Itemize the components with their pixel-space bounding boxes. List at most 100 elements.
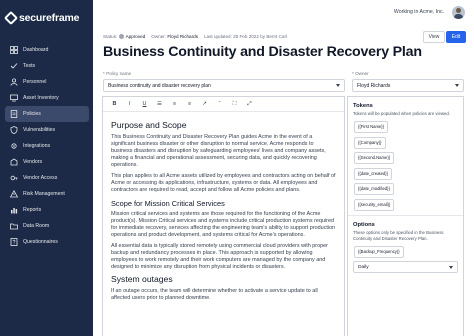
sidebar-item-label: Vendors [23, 159, 43, 165]
view-button[interactable]: View [423, 31, 445, 43]
owner-value: Floyd Richards [357, 82, 391, 89]
options-title: Options [353, 221, 375, 228]
vendors-icon [10, 158, 18, 166]
owner-meta-label: Owner: [151, 34, 167, 40]
sidebar-item-tests[interactable]: Tests [5, 58, 89, 74]
sidebar-item-label: Asset Inventory [23, 95, 59, 101]
editor-toolbar: B I U ☰ ≡ ≡ ↗ “ ⛶ ⤢ [103, 97, 344, 112]
sidebar-item-label: Reports [23, 207, 42, 213]
bullet-list-button[interactable]: ☰ [156, 101, 163, 107]
vulnerabilities-icon [10, 126, 18, 134]
sidebar-item-personnel[interactable]: Personnel [5, 74, 89, 90]
chevron-down-icon [449, 266, 453, 269]
token-chip[interactable]: {{First Name}} [354, 121, 389, 133]
token-chip[interactable]: {{security_email}} [354, 198, 395, 211]
backup-frequency-value: Daily [358, 264, 369, 270]
questionnaires-icon [10, 238, 18, 246]
backup-frequency-select[interactable]: Daily [353, 261, 458, 273]
approved-check-icon [118, 34, 124, 40]
policy-name-label: * Policy name [103, 71, 132, 76]
italic-button[interactable]: I [126, 101, 133, 107]
avatar-body [454, 14, 463, 19]
app-logo[interactable]: secureframe [3, 10, 80, 26]
policy-meta: Status: Approved Owner: Floyd Richards L… [103, 34, 287, 40]
owner-select[interactable]: Floyd Richards [352, 79, 464, 92]
tokens-description: Tokens will be populated when policies a… [353, 111, 450, 116]
page-title: Business Continuity and Disaster Recover… [103, 44, 422, 60]
heading-purpose-scope: Purpose and Scope [111, 120, 187, 130]
sidebar-item-vendors[interactable]: Vendors [5, 154, 89, 170]
sidebar-item-policies[interactable]: Policies [5, 106, 89, 122]
token-chip[interactable]: {{date_modified}} [354, 183, 394, 195]
sidebar-item-label: Personnel [23, 79, 47, 85]
owner-meta-value: Floyd Richards [167, 34, 198, 40]
paragraph: Mission critical services and systems ar… [111, 210, 336, 239]
heading-system-outages: System outages [111, 274, 173, 285]
paragraph: If an outage occurs, the team will deter… [111, 288, 318, 302]
data-room-icon [10, 222, 18, 230]
top-bar: Working in Acme, Inc. [93, 0, 474, 30]
sidebar-item-label: Vulnerabilities [23, 127, 56, 133]
side-panel: Tokens Tokens will be populated when pol… [347, 96, 464, 336]
owner-label: * Owner [352, 71, 369, 76]
sidebar-item-label: Data Room [23, 223, 50, 229]
policies-icon [10, 110, 18, 118]
sidebar-item-risk-management[interactable]: Risk Management [5, 186, 89, 202]
paragraph: All essential data is typically stored r… [111, 242, 328, 270]
risk-management-icon [10, 190, 18, 198]
expand-button[interactable]: ⤢ [246, 101, 253, 108]
sidebar-item-vendor-access[interactable]: Vendor Access [5, 170, 89, 186]
sidebar-item-dashboard[interactable]: Dashboard [5, 42, 89, 58]
status-badge: Approved [125, 34, 146, 39]
policy-editor[interactable]: B I U ☰ ≡ ≡ ↗ “ ⛶ ⤢ Purpose and Scope Th… [102, 96, 345, 336]
dashboard-icon [10, 46, 18, 54]
sidebar-item-questionnaires[interactable]: Questionnaires [5, 234, 89, 250]
edit-button[interactable]: Edit [446, 31, 466, 43]
sidebar-item-integrations[interactable]: Integrations [5, 138, 89, 154]
align-button[interactable]: ≡ [186, 101, 193, 107]
sidebar-item-reports[interactable]: Reports [5, 202, 89, 218]
bold-button[interactable]: B [111, 101, 118, 107]
vendor-access-icon [10, 174, 18, 182]
tokens-title: Tokens [353, 103, 373, 109]
link-button[interactable]: ↗ [201, 101, 208, 107]
asset-inventory-icon [10, 94, 18, 102]
heading-mission-critical: Scope for Mission Critical Services [111, 198, 225, 208]
option-token-list: {{Backup_Frequency}} [348, 242, 463, 258]
sidebar-item-asset-inventory[interactable]: Asset Inventory [5, 90, 89, 106]
sidebar-item-vulnerabilities[interactable]: Vulnerabilities [5, 122, 89, 138]
sidebar-item-label: Vendor Access [23, 175, 58, 181]
sidebar: secureframe Dashboard Tests Personnel As… [0, 0, 93, 336]
last-updated: Last updated: 28 Feb 2022 by Bernt Carl [204, 34, 287, 40]
editor-content[interactable]: Purpose and Scope This Business Continui… [103, 112, 344, 302]
sidebar-item-label: Integrations [23, 143, 51, 149]
sidebar-item-label: Questionnaires [23, 239, 58, 245]
app-name: secureframe [19, 12, 80, 24]
image-button[interactable]: ⛶ [231, 101, 238, 108]
status-label: Status: [103, 34, 118, 39]
workspace-switcher[interactable]: Working in Acme, Inc. [394, 9, 444, 15]
sidebar-item-label: Dashboard [23, 47, 49, 53]
options-description: These options only be specified in the B… [353, 229, 444, 241]
numbered-list-button[interactable]: ≡ [171, 101, 178, 107]
logo-icon [3, 10, 19, 26]
policy-name-value: Business continuity and disaster recover… [108, 82, 211, 89]
tests-icon [10, 62, 18, 70]
chevron-down-icon [336, 84, 340, 87]
token-chip[interactable]: {{Second.Name}} [354, 152, 395, 164]
avatar[interactable] [452, 6, 465, 19]
paragraph: This plan applies to all Acme assets uti… [111, 172, 336, 193]
sidebar-item-label: Risk Management [23, 191, 65, 197]
token-list: {{First Name}} {{Company}} {{Second.Name… [348, 117, 463, 211]
sidebar-item-data-room[interactable]: Data Room [5, 218, 89, 234]
token-chip[interactable]: {{Company}} [354, 136, 386, 149]
quote-button[interactable]: “ [216, 101, 223, 107]
token-chip[interactable]: {{date_created}} [354, 167, 393, 180]
chevron-down-icon [455, 84, 459, 87]
status-info: Status: Approved [103, 34, 146, 40]
integrations-icon [10, 142, 18, 150]
token-chip[interactable]: {{Backup_Frequency}} [354, 245, 404, 258]
avatar-head [456, 8, 461, 13]
policy-name-select[interactable]: Business continuity and disaster recover… [103, 79, 345, 92]
underline-button[interactable]: U [141, 101, 148, 107]
